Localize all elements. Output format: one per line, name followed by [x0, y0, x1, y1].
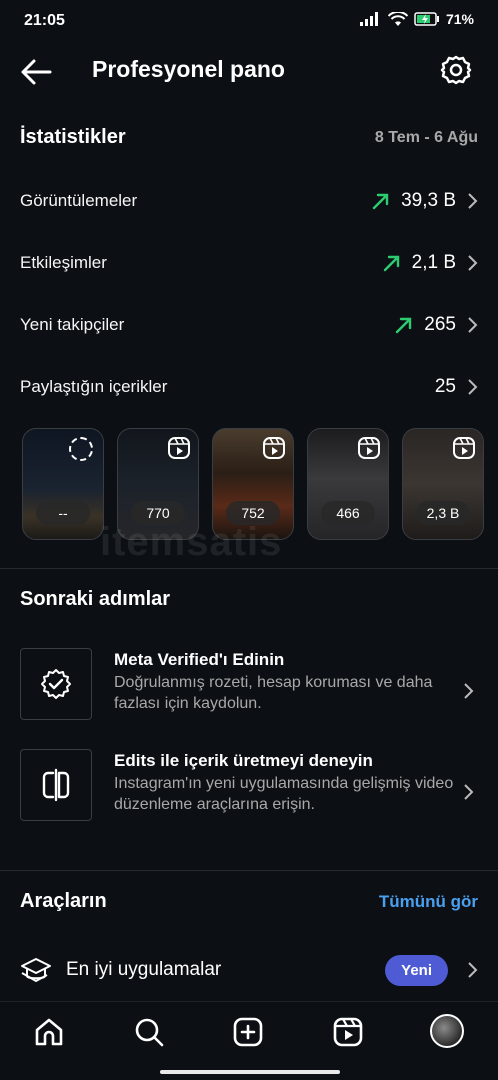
stat-label: Paylaştığın içerikler — [20, 377, 168, 396]
stat-value: 25 — [434, 376, 456, 397]
chevron-right-icon — [468, 379, 478, 395]
reels-icon[interactable] — [332, 1016, 364, 1048]
content-thumbnail[interactable]: -- — [22, 428, 104, 540]
step-icon-box — [20, 749, 92, 821]
step-title: Meta Verified'ı Edinin — [114, 650, 285, 669]
chevron-right-icon — [464, 784, 474, 800]
step-edits-app[interactable]: Edits ile içerik üretmeyi deneyin Instag… — [20, 749, 478, 821]
step-title: Edits ile içerik üretmeyi deneyin — [114, 751, 373, 770]
status-bar: 21:05 71% — [0, 0, 498, 44]
view-count-badge: 2,3 B — [416, 501, 470, 525]
date-range[interactable]: 8 Tem - 6 Ağu — [375, 129, 478, 147]
step-description: Instagram'ın yeni uygulamasında gelişmiş… — [114, 775, 454, 813]
top-bar: Profesyonel pano — [0, 44, 498, 100]
stat-label: Yeni takipçiler — [20, 315, 125, 334]
chevron-right-icon — [468, 193, 478, 209]
trend-up-icon — [396, 317, 412, 334]
chevron-right-icon — [468, 962, 478, 978]
chevron-right-icon — [468, 255, 478, 271]
step-icon-box — [20, 648, 92, 720]
stat-row-shared-content[interactable]: Paylaştığın içerikler 25 — [20, 367, 478, 407]
page-title: Profesyonel pano — [92, 56, 285, 82]
step-description: Doğrulanmış rozeti, hesap koruması ve da… — [114, 674, 433, 712]
view-count-badge: 466 — [321, 501, 375, 525]
view-count-badge: -- — [36, 501, 90, 525]
tools-title: Araçların — [20, 890, 107, 912]
see-all-link[interactable]: Tümünü gör — [379, 892, 478, 912]
verified-badge-icon — [41, 669, 71, 699]
next-steps-header: Sonraki adımlar — [20, 588, 478, 611]
reels-icon — [168, 437, 190, 459]
tool-label: En iyi uygulamalar — [66, 959, 222, 980]
chevron-right-icon — [468, 317, 478, 333]
tools-header: Araçların Tümünü gör — [20, 890, 478, 913]
battery-percent: 71% — [445, 11, 474, 27]
home-indicator — [160, 1070, 340, 1074]
edits-app-icon — [42, 768, 70, 802]
chevron-right-icon — [464, 683, 474, 699]
trend-up-icon — [372, 193, 389, 210]
content-thumbnail[interactable]: 2,3 B — [402, 428, 484, 540]
signal-icon — [359, 12, 378, 26]
divider — [0, 568, 498, 569]
reels-icon — [453, 437, 475, 459]
back-arrow-icon[interactable] — [20, 58, 52, 86]
stat-value: 39,3 B — [401, 190, 456, 211]
stats-header: İstatistikler 8 Tem - 6 Ağu — [20, 126, 478, 149]
trend-up-icon — [383, 255, 399, 272]
stat-label: Etkileşimler — [20, 253, 107, 272]
divider — [0, 870, 498, 871]
profile-avatar[interactable] — [430, 1014, 464, 1048]
search-icon[interactable] — [133, 1016, 165, 1048]
stat-value: 2,1 B — [411, 252, 456, 273]
reels-icon — [358, 437, 380, 459]
battery-icon — [414, 12, 439, 26]
status-time: 21:05 — [24, 12, 65, 29]
settings-gear-icon[interactable] — [440, 54, 472, 86]
stat-label: Görüntülemeler — [20, 191, 138, 210]
stats-title: İstatistikler — [20, 126, 126, 148]
tool-best-practices[interactable]: En iyi uygulamalar Yeni — [20, 950, 478, 990]
stat-value: 265 — [424, 314, 456, 335]
reels-icon — [263, 437, 285, 459]
graduation-cap-icon — [21, 958, 51, 982]
stat-row-engagements[interactable]: Etkileşimler 2,1 B — [20, 243, 478, 283]
loading-spinner-icon — [69, 437, 93, 461]
next-steps-title: Sonraki adımlar — [20, 588, 171, 610]
create-icon[interactable] — [232, 1016, 264, 1048]
stat-row-views[interactable]: Görüntülemeler 39,3 B — [20, 181, 478, 221]
wifi-icon — [387, 11, 408, 26]
new-badge: Yeni — [385, 954, 448, 986]
step-meta-verified[interactable]: Meta Verified'ı Edinin Doğrulanmış rozet… — [20, 648, 478, 720]
watermark: itemsatis — [100, 520, 283, 564]
home-icon[interactable] — [33, 1016, 65, 1048]
content-thumbnail[interactable]: 466 — [307, 428, 389, 540]
stat-row-new-followers[interactable]: Yeni takipçiler 265 — [20, 305, 478, 345]
bottom-navigation — [0, 1001, 498, 1080]
